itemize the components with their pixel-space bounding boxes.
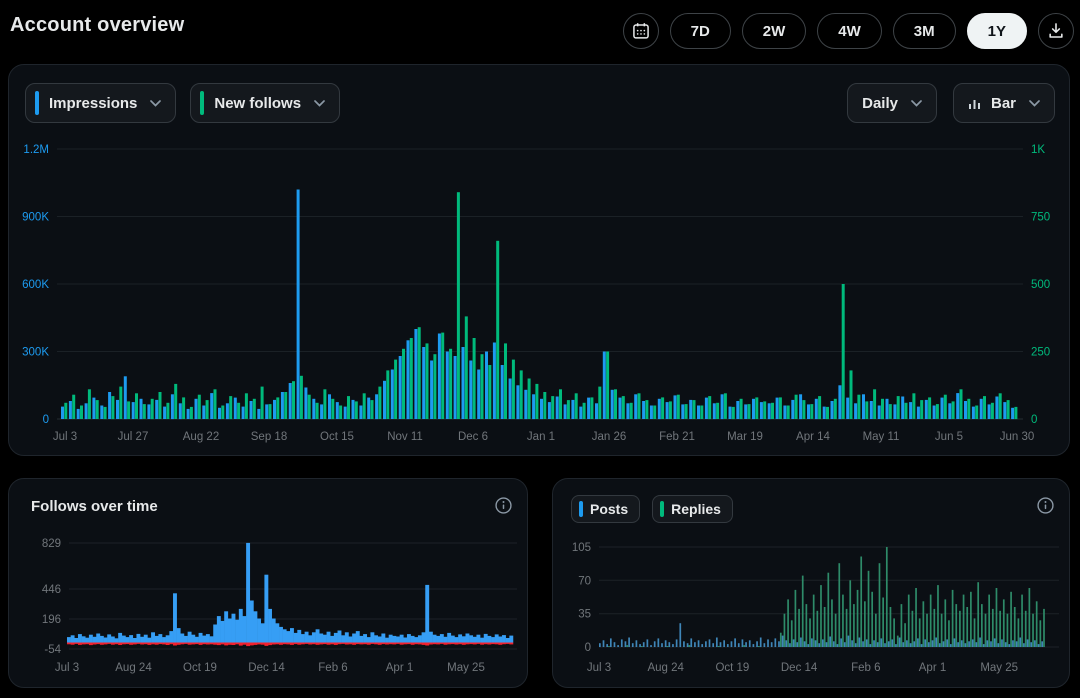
range-pill-7d[interactable]: 7D: [670, 13, 731, 49]
range-pill-1y[interactable]: 1Y: [967, 13, 1027, 49]
svg-text:500: 500: [1031, 279, 1050, 291]
svg-text:Oct 19: Oct 19: [183, 662, 217, 674]
chart-option-selectors: Daily Bar: [847, 83, 1055, 123]
svg-text:Jul 27: Jul 27: [118, 431, 149, 443]
posts-replies-card: Posts Replies 105 70 35 0 Jul 3 Aug 24 Oct 19 D…: [552, 478, 1070, 688]
range-pill-4w[interactable]: 4W: [817, 13, 882, 49]
svg-text:Jan 1: Jan 1: [527, 431, 555, 443]
svg-text:May 11: May 11: [863, 431, 900, 443]
svg-text:Feb 21: Feb 21: [659, 431, 695, 443]
granularity-selector[interactable]: Daily: [847, 83, 937, 123]
info-icon: [1037, 497, 1054, 514]
svg-text:Oct 15: Oct 15: [320, 431, 354, 443]
chevron-down-icon: [1029, 100, 1040, 107]
replies-legend-chip[interactable]: Replies: [652, 495, 733, 523]
svg-text:Jul 3: Jul 3: [55, 662, 79, 674]
replies-accent-bar: [660, 501, 664, 517]
account-overview-chart-card: Impressions New follows Daily Bar: [8, 64, 1070, 456]
svg-text:Feb 6: Feb 6: [851, 662, 880, 674]
svg-text:900K: 900K: [22, 212, 49, 224]
page-title: Account overview: [10, 14, 184, 37]
svg-text:Apr 1: Apr 1: [919, 662, 947, 674]
metric-selectors: Impressions New follows: [25, 83, 340, 123]
svg-text:Feb 6: Feb 6: [318, 662, 347, 674]
posts-legend-label: Posts: [590, 501, 628, 517]
svg-text:Sep 18: Sep 18: [251, 431, 287, 443]
svg-text:Dec 6: Dec 6: [458, 431, 488, 443]
impressions-metric-label: Impressions: [49, 95, 137, 112]
svg-text:Dec 14: Dec 14: [248, 662, 285, 674]
svg-text:446: 446: [42, 584, 61, 596]
svg-text:1K: 1K: [1031, 144, 1045, 156]
impressions-accent-bar: [35, 91, 39, 115]
chart-type-selector[interactable]: Bar: [953, 83, 1055, 123]
svg-text:Aug 24: Aug 24: [647, 662, 684, 674]
svg-text:1.2M: 1.2M: [23, 144, 49, 156]
svg-text:Oct 19: Oct 19: [715, 662, 749, 674]
granularity-label: Daily: [862, 95, 898, 112]
svg-text:Nov 11: Nov 11: [387, 431, 423, 443]
calendar-icon: [631, 21, 651, 41]
svg-text:Mar 19: Mar 19: [727, 431, 763, 443]
svg-text:Aug 22: Aug 22: [183, 431, 219, 443]
svg-text:Jun 30: Jun 30: [1000, 431, 1035, 443]
follows-info-button[interactable]: [493, 495, 513, 515]
range-pill-3m[interactable]: 3M: [893, 13, 956, 49]
svg-text:May 25: May 25: [447, 662, 485, 674]
date-range-controls: 7D 2W 4W 3M 1Y: [623, 13, 1074, 49]
download-icon: [1046, 21, 1066, 41]
svg-text:0: 0: [1031, 414, 1037, 426]
svg-text:250: 250: [1031, 347, 1050, 359]
svg-text:Apr 14: Apr 14: [796, 431, 830, 443]
download-button[interactable]: [1038, 13, 1074, 49]
posts-info-button[interactable]: [1035, 495, 1055, 515]
svg-text:Apr 1: Apr 1: [386, 662, 414, 674]
svg-text:-54: -54: [44, 644, 61, 656]
calendar-button[interactable]: [623, 13, 659, 49]
svg-text:Jul 3: Jul 3: [587, 662, 611, 674]
svg-text:829: 829: [42, 538, 61, 550]
new-follows-metric-label: New follows: [214, 95, 301, 112]
svg-text:Jul 3: Jul 3: [53, 431, 77, 443]
follows-over-time-card: Follows over time 829 446 196 -54 Jul 3 Aug 2…: [8, 478, 528, 688]
new-follows-accent-bar: [200, 91, 204, 115]
svg-text:May 25: May 25: [980, 662, 1018, 674]
svg-text:Jan 26: Jan 26: [592, 431, 627, 443]
posts-accent-bar: [579, 501, 583, 517]
impressions-metric-selector[interactable]: Impressions: [25, 83, 176, 123]
svg-text:35: 35: [578, 609, 591, 621]
posts-replies-chart: 105 70 35 0 Jul 3 Aug 24 Oct 19 Dec 14 Feb 6 Apr …: [553, 529, 1071, 679]
svg-text:70: 70: [578, 575, 591, 587]
svg-text:Dec 14: Dec 14: [781, 662, 818, 674]
new-follows-metric-selector[interactable]: New follows: [190, 83, 340, 123]
svg-text:Aug 24: Aug 24: [115, 662, 152, 674]
replies-legend-label: Replies: [671, 501, 721, 517]
chevron-down-icon: [314, 100, 325, 107]
svg-text:0: 0: [43, 414, 49, 426]
bar-chart-icon: [968, 97, 981, 110]
follows-card-title: Follows over time: [31, 498, 158, 515]
svg-text:750: 750: [1031, 212, 1050, 224]
svg-text:196: 196: [42, 614, 61, 626]
posts-legend-chip[interactable]: Posts: [571, 495, 640, 523]
svg-text:300K: 300K: [22, 347, 49, 359]
posts-replies-legend: Posts Replies: [571, 495, 733, 523]
follows-over-time-chart: 829 446 196 -54 Jul 3 Aug 24 Oct 19 Dec 14 Feb 6…: [9, 529, 529, 679]
svg-text:600K: 600K: [22, 279, 49, 291]
chart-type-label: Bar: [991, 95, 1016, 112]
impressions-new-follows-chart: 0 300K 600K 900K 1.2M 0 250 500 750 1K Jul 3 Jul 27…: [9, 141, 1071, 453]
svg-text:Jun 5: Jun 5: [935, 431, 963, 443]
range-pill-2w[interactable]: 2W: [742, 13, 807, 49]
chevron-down-icon: [911, 100, 922, 107]
chevron-down-icon: [150, 100, 161, 107]
info-icon: [495, 497, 512, 514]
svg-text:0: 0: [585, 642, 591, 654]
svg-text:105: 105: [572, 542, 591, 554]
